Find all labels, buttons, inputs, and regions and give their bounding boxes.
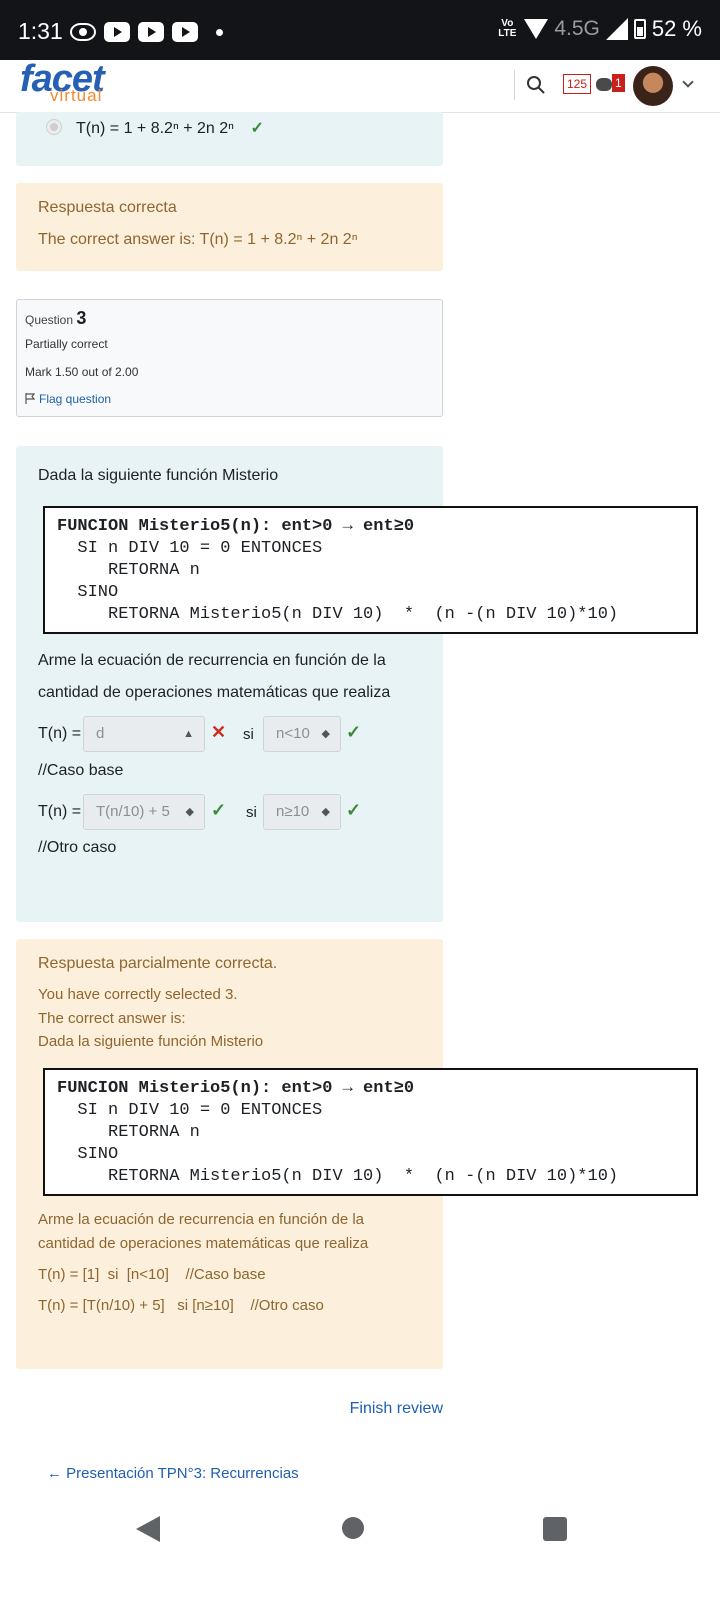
- select-arrows-icon: ▲: [183, 728, 194, 740]
- select-arrows-icon: ◆: [321, 806, 330, 818]
- status-time: 1:31: [18, 18, 63, 44]
- volte-indicator: Vo LTE: [498, 18, 517, 39]
- feedback-code-block: FUNCION Misterio5(n): ent>0 → ent≥0 SI n…: [43, 1068, 698, 1196]
- eye-icon: [70, 23, 96, 41]
- feedback-instruction-line: cantidad de operaciones matemáticas que …: [38, 1235, 369, 1252]
- row1-condition: n<10: [276, 725, 310, 742]
- status-notification-icons: [70, 22, 223, 42]
- code-line: RETORNA Misterio5(n DIV 10) * (n -(n DIV…: [57, 605, 619, 624]
- feedback-instruction-line: Arme la ecuación de recurrencia en funci…: [38, 1211, 365, 1228]
- messages-icon[interactable]: [596, 78, 612, 91]
- prev-question-panel: T(n) = 1 + 8.2ⁿ + 2n 2ⁿ ✓: [16, 112, 443, 166]
- flag-question-link[interactable]: Flag question: [25, 392, 111, 406]
- feedback-selected: You have correctly selected 3.: [38, 986, 238, 1003]
- check-icon: ✓: [211, 800, 227, 820]
- network-type: 4.5G: [554, 17, 600, 40]
- status-system-icons: Vo LTE 4.5G 52 %: [496, 16, 702, 42]
- instruction-line: Arme la ecuación de recurrencia en funci…: [38, 652, 386, 669]
- code-line: SINO: [57, 1145, 119, 1164]
- select-arrows-icon: ◆: [185, 806, 194, 818]
- code-line: FUNCION Misterio5(n): ent>0 → ent≥0: [57, 1079, 415, 1098]
- signal-icon: [605, 18, 628, 40]
- case-note: //Otro caso: [38, 839, 117, 856]
- flag-icon: [25, 393, 36, 404]
- more-notifications-dot-icon: [216, 28, 223, 36]
- cross-icon: ✕: [211, 722, 227, 742]
- row2-condition-select[interactable]: n≥10 ◆: [263, 794, 341, 830]
- radio-selected[interactable]: [46, 119, 62, 135]
- top-navbar: facet virtual 125 1: [0, 58, 720, 113]
- youtube-icon: [138, 22, 164, 42]
- answer-option-text: T(n) = 1 + 8.2ⁿ + 2n 2ⁿ: [76, 120, 234, 137]
- flag-question-label: Flag question: [39, 392, 112, 406]
- row2-value: T(n/10) + 5: [96, 803, 170, 820]
- back-icon[interactable]: [136, 1516, 160, 1542]
- prev-feedback-panel: Respuesta correcta The correct answer is…: [16, 183, 443, 271]
- feedback-answer-line: T(n) = [T(n/10) + 5] si [n≥10] //Otro ca…: [38, 1297, 324, 1314]
- battery-icon: [633, 19, 646, 39]
- row2-si: si: [246, 804, 257, 821]
- question-label: Question: [25, 313, 74, 327]
- feedback-answer-intro: The correct answer is:: [38, 1010, 186, 1027]
- check-icon: ✓: [346, 800, 362, 820]
- battery-percent: 52 %: [651, 16, 702, 41]
- search-icon[interactable]: [526, 75, 546, 95]
- logo-virtual-text: virtual: [50, 86, 103, 105]
- question-intro: Dada la siguiente función Misterio: [38, 467, 279, 484]
- instruction-line: cantidad de operaciones matemáticas que …: [38, 684, 391, 701]
- code-line: SINO: [57, 583, 119, 602]
- feedback-answer-line: T(n) = [1] si [n<10] //Caso base: [38, 1266, 266, 1283]
- feedback-correct-answer: The correct answer is: T(n) = 1 + 8.2ⁿ +…: [38, 231, 358, 248]
- previous-activity-link[interactable]: ← Presentación TPN°3: Recurrencias: [47, 1465, 299, 1482]
- recents-icon[interactable]: [543, 1517, 567, 1541]
- code-line: RETORNA n: [57, 561, 200, 580]
- user-avatar[interactable]: [633, 66, 673, 106]
- navbar-divider: [514, 70, 515, 100]
- row1-condition-select[interactable]: n<10 ◆: [263, 716, 341, 752]
- code-line: SI n DIV 10 = 0 ENTONCES: [57, 539, 323, 558]
- row1-value-select[interactable]: d ▲: [83, 716, 205, 752]
- row1-prefix: T(n) =: [38, 725, 82, 742]
- row1-value: d: [96, 725, 105, 742]
- row2-prefix: T(n) =: [38, 803, 82, 820]
- row1-si: si: [243, 726, 254, 743]
- code-line: RETORNA Misterio5(n DIV 10) * (n -(n DIV…: [57, 1167, 619, 1186]
- youtube-icon: [104, 22, 130, 42]
- question-number-value: 3: [76, 308, 87, 328]
- check-icon: ✓: [250, 120, 264, 137]
- messages-badge[interactable]: 1: [612, 74, 625, 92]
- finish-review-link[interactable]: Finish review: [350, 1400, 443, 1418]
- case-note: //Caso base: [38, 762, 124, 779]
- code-line: RETORNA n: [57, 1123, 200, 1142]
- android-navigation-bar: [0, 1490, 720, 1600]
- check-icon: ✓: [346, 722, 362, 742]
- feedback-status: Respuesta parcialmente correcta.: [38, 955, 278, 972]
- feedback-status: Respuesta correcta: [38, 199, 177, 216]
- question-mark: Mark 1.50 out of 2.00: [25, 365, 139, 379]
- question-info-box: Question 3 Partially correct Mark 1.50 o…: [16, 299, 443, 417]
- code-block: FUNCION Misterio5(n): ent>0 → ent≥0 SI n…: [43, 506, 698, 634]
- facet-virtual-logo[interactable]: facet virtual: [20, 58, 130, 110]
- home-icon[interactable]: [342, 1517, 364, 1539]
- code-line: FUNCION Misterio5(n): ent>0 → ent≥0: [57, 517, 415, 536]
- code-line: SI n DIV 10 = 0 ENTONCES: [57, 1101, 323, 1120]
- row2-value-select[interactable]: T(n/10) + 5 ◆: [83, 794, 205, 830]
- question-state: Partially correct: [25, 337, 108, 351]
- question-number: Question 3: [25, 308, 86, 329]
- row2-condition: n≥10: [276, 803, 310, 820]
- chevron-down-icon[interactable]: [682, 76, 694, 88]
- notifications-badge[interactable]: 125: [563, 74, 592, 94]
- youtube-icon: [172, 22, 198, 42]
- status-bar: 1:31 Vo LTE 4.5G 52 %: [0, 0, 720, 60]
- wifi-icon: [524, 19, 549, 39]
- answer-option-row: T(n) = 1 + 8.2ⁿ + 2n 2ⁿ ✓: [46, 118, 264, 138]
- feedback-intro: Dada la siguiente función Misterio: [38, 1033, 264, 1050]
- select-arrows-icon: ◆: [321, 728, 330, 740]
